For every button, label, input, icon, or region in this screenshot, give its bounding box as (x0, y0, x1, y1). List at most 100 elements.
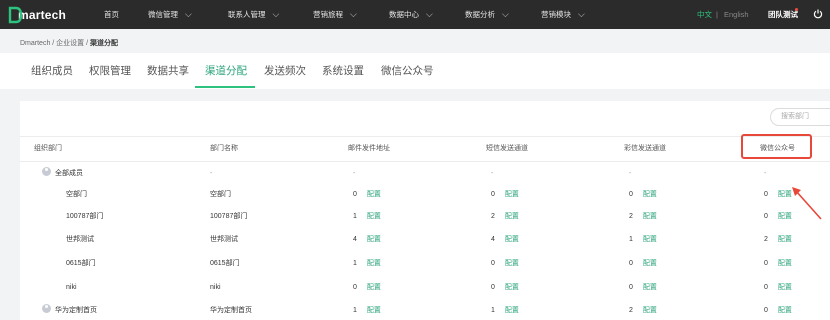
mms-channel-cell: 2 配置 (629, 299, 657, 320)
org-cell: 空部门 (66, 183, 87, 207)
tab-permissions[interactable]: 权限管理 (89, 53, 131, 89)
mms-config-link[interactable]: 配置 (643, 236, 657, 243)
sms-config-link[interactable]: 配置 (505, 236, 519, 243)
table-row: 0615部门 0615部门 1 配置 0 配置 0 配置 0 配置 (20, 252, 830, 276)
email-count: 4 (353, 236, 357, 243)
org-label: 世邦测试 (66, 236, 94, 243)
sms-config-link[interactable]: 配置 (505, 191, 519, 198)
breadcrumb: Dmartech / 企业设置 / 渠道分配 (20, 38, 118, 48)
channel-table-panel: 搜索部门 组织部门 部门名称 邮件发件地址 短信发送通道 彩信发送通道 微信公众… (20, 101, 830, 320)
sms-config-link[interactable]: 配置 (505, 284, 519, 291)
wechat-config-link[interactable]: 配置 (778, 307, 792, 314)
email-config-link[interactable]: 配置 (367, 236, 381, 243)
mms-count: 2 (629, 307, 633, 314)
email-count: 0 (353, 191, 357, 198)
org-group-icon (42, 304, 51, 313)
table-row: 世邦测试 世邦测试 4 配置 4 配置 1 配置 2 配置 (20, 228, 830, 252)
power-icon[interactable] (813, 9, 823, 19)
wechat-config-link[interactable]: 配置 (778, 260, 792, 267)
chevron-down-icon: ⌵ (272, 9, 280, 19)
sms-count: 0 (491, 260, 495, 267)
mms-count: 0 (629, 284, 633, 291)
lang-en-link[interactable]: English (724, 0, 749, 29)
email-config-link[interactable]: 配置 (367, 260, 381, 267)
active-tab-indicator (195, 86, 255, 88)
lang-zh-link[interactable]: 中文 (697, 0, 712, 29)
table-row: niki niki 0 配置 0 配置 0 配置 0 配置 (20, 276, 830, 300)
nav-item-journey[interactable]: 营销旅程 ⌵ (313, 0, 357, 29)
email-config-link[interactable]: 配置 (367, 307, 381, 314)
wechat-count: 0 (764, 284, 768, 291)
tab-wechat-official[interactable]: 微信公众号 (381, 53, 434, 89)
sms-config-link[interactable]: 配置 (505, 213, 519, 220)
column-header-email: 邮件发件地址 (348, 145, 390, 152)
org-label: niki (66, 284, 77, 291)
chevron-down-icon: ⌵ (502, 9, 509, 19)
nav-item-data-center[interactable]: 数据中心 ⌵ (389, 0, 433, 29)
tab-channel-allocation[interactable]: 渠道分配 (205, 53, 247, 89)
email-count: - (353, 170, 356, 177)
table-row: 空部门 空部门 0 配置 0 配置 0 配置 0 配置 (20, 183, 830, 207)
mms-config-link[interactable]: 配置 (643, 260, 657, 267)
org-label: 0615部门 (66, 260, 96, 267)
wechat-config-link[interactable]: 配置 (778, 236, 792, 243)
sms-channel-cell: 4 配置 (491, 228, 519, 252)
email-config-link[interactable]: 配置 (367, 213, 381, 220)
sms-count: 2 (491, 213, 495, 220)
chevron-down-icon: ⌵ (350, 9, 357, 19)
mms-config-link[interactable]: 配置 (643, 213, 657, 220)
sms-count: 0 (491, 284, 495, 291)
tab-system-settings[interactable]: 系统设置 (322, 53, 364, 89)
sms-channel-cell: 0 配置 (491, 252, 519, 276)
sms-config-link[interactable]: 配置 (505, 260, 519, 267)
notification-dot (795, 8, 798, 11)
mms-channel-cell: 1 配置 (629, 228, 657, 252)
wechat-channel-cell: 2 配置 (764, 228, 792, 252)
email-count: 1 (353, 260, 357, 267)
nav-item-modules[interactable]: 营销模块 ⌵ (541, 0, 585, 29)
mms-config-link[interactable]: 配置 (643, 307, 657, 314)
column-header-dept-name: 部门名称 (210, 145, 238, 152)
email-config-link[interactable]: 配置 (367, 191, 381, 198)
org-label: 100787部门 (66, 213, 104, 220)
nav-item-home[interactable]: 首页 (104, 0, 119, 29)
email-channel-cell: 1 配置 (353, 299, 381, 320)
nav-item-analytics[interactable]: 数据分析 ⌵ (465, 0, 509, 29)
wechat-config-link[interactable]: 配置 (778, 284, 792, 291)
tab-data-sharing[interactable]: 数据共享 (147, 53, 189, 89)
org-cell[interactable]: 华为定制首页 (42, 299, 97, 320)
nav-item-wechat[interactable]: 微信管理 ⌵ (148, 0, 192, 29)
email-channel-cell: 0 配置 (353, 276, 381, 300)
wechat-count: 0 (764, 213, 768, 220)
org-cell: 0615部门 (66, 252, 96, 276)
tab-members[interactable]: 组织成员 (31, 53, 73, 89)
breadcrumb-path[interactable]: Dmartech / 企业设置 / (20, 40, 90, 47)
nav-item-contacts[interactable]: 联系人管理 ⌵ (228, 0, 279, 29)
wechat-count: 0 (764, 307, 768, 314)
email-channel-cell: 4 配置 (353, 228, 381, 252)
mms-count: - (629, 170, 632, 177)
sms-channel-cell: 0 配置 (491, 276, 519, 300)
sms-count: - (491, 170, 494, 177)
table-row: 华为定制首页 华为定制首页 1 配置 1 配置 2 配置 0 配置 (20, 299, 830, 320)
email-config-link[interactable]: 配置 (367, 284, 381, 291)
wechat-channel-cell: 0 配置 (764, 252, 792, 276)
tab-send-frequency[interactable]: 发送频次 (264, 53, 306, 89)
search-input[interactable]: 搜索部门 (770, 108, 830, 126)
sms-config-link[interactable]: 配置 (505, 307, 519, 314)
mms-channel-cell: 0 配置 (629, 183, 657, 207)
sms-count: 1 (491, 307, 495, 314)
org-label: 全部成员 (55, 170, 83, 177)
email-count: 1 (353, 213, 357, 220)
wechat-channel-cell: 0 配置 (764, 276, 792, 300)
mms-config-link[interactable]: 配置 (643, 191, 657, 198)
wechat-count: - (764, 170, 767, 177)
lang-separator: | (716, 10, 718, 19)
brand-logo[interactable]: martech (8, 4, 66, 26)
mms-count: 2 (629, 213, 633, 220)
team-name[interactable]: 团队测试 (768, 0, 798, 29)
mms-channel-cell: 2 配置 (629, 205, 657, 229)
mms-config-link[interactable]: 配置 (643, 284, 657, 291)
wechat-channel-cell: 0 配置 (764, 299, 792, 320)
dept-name-cell: 华为定制首页 (210, 307, 252, 314)
